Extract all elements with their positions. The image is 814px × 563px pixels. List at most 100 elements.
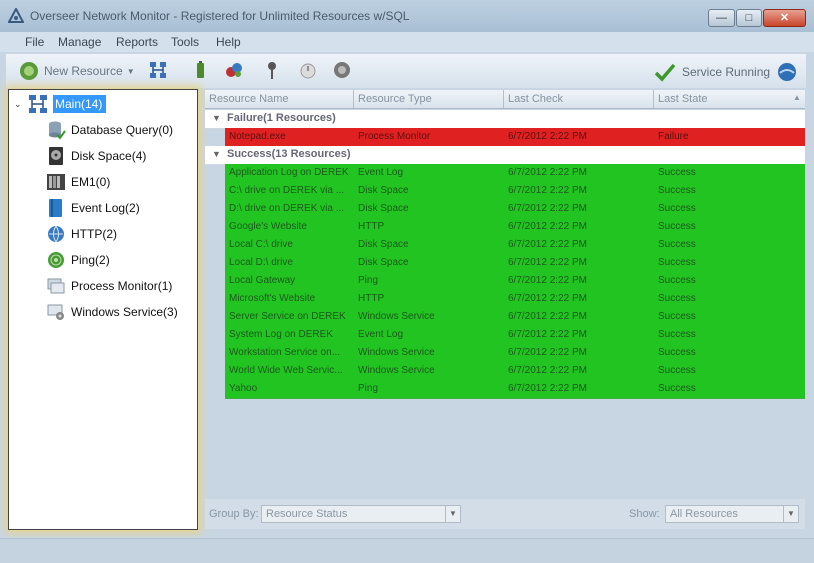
table-row[interactable]: Local Gateway Ping 6/7/2012 2:22 PM Success (225, 272, 805, 291)
menu-file[interactable]: File (25, 35, 44, 49)
cell-last-check: 6/7/2012 2:22 PM (508, 293, 587, 304)
alerts-icon[interactable] (224, 60, 244, 80)
cell-last-state: Success (658, 329, 696, 340)
cell-last-state: Success (658, 257, 696, 268)
cell-last-state: Success (658, 365, 696, 376)
tree-item-database-query[interactable]: Database Query(0) (46, 119, 173, 141)
cell-resource-name: Workstation Service on... (229, 347, 340, 358)
menu-help[interactable]: Help (216, 35, 241, 49)
column-header-last-state[interactable]: Last State (658, 93, 708, 105)
table-row[interactable]: Yahoo Ping 6/7/2012 2:22 PM Success (225, 380, 805, 399)
cell-last-check: 6/7/2012 2:22 PM (508, 221, 587, 232)
tree-item-event-log[interactable]: Event Log(2) (46, 197, 140, 219)
column-separator[interactable] (353, 90, 354, 108)
show-select[interactable]: All Resources ▼ (665, 505, 799, 523)
tree-item-label: Windows Service(3) (71, 305, 178, 319)
settings-gear-icon[interactable] (332, 60, 352, 80)
help-globe-icon[interactable] (776, 61, 798, 83)
menu-manage[interactable]: Manage (58, 35, 101, 49)
table-row[interactable]: Microsoft's Website HTTP 6/7/2012 2:22 PM S… (225, 290, 805, 309)
tree-item-label: Process Monitor(1) (71, 279, 173, 293)
menu-reports[interactable]: Reports (116, 35, 158, 49)
cell-resource-name: System Log on DEREK (229, 329, 333, 340)
table-row[interactable]: System Log on DEREK Event Log 6/7/2012 2:2… (225, 326, 805, 345)
column-header-resource-type[interactable]: Resource Type (358, 93, 432, 105)
tree-item-label: HTTP(2) (71, 227, 117, 241)
tree-item-disk-space[interactable]: Disk Space(4) (46, 145, 146, 167)
table-row[interactable]: Workstation Service on... Windows Service… (225, 344, 805, 363)
network-tree-icon[interactable] (148, 60, 168, 80)
process-monitor-icon (47, 278, 65, 294)
windows-service-icon (47, 304, 64, 320)
menu-tools[interactable]: Tools (171, 35, 199, 49)
http-globe-icon (48, 225, 64, 243)
cell-last-state: Success (658, 383, 696, 394)
close-button[interactable]: ✕ (763, 9, 806, 27)
table-row[interactable]: Local C:\ drive Disk Space 6/7/2012 2:22 P… (225, 236, 805, 255)
group-row-success[interactable]: ▼ Success(13 Resources) (205, 146, 805, 165)
table-row[interactable]: Google's Website HTTP 6/7/2012 2:22 PM Succ… (225, 218, 805, 237)
cell-last-state: Success (658, 311, 696, 322)
cell-resource-type: Event Log (358, 167, 404, 178)
battery-icon[interactable] (190, 60, 210, 80)
column-header-last-check[interactable]: Last Check (508, 93, 563, 105)
tree-item-label: EM1(0) (71, 175, 111, 189)
title-bar[interactable]: Overseer Network Monitor - Registered fo… (0, 0, 814, 32)
cell-resource-type: Process Monitor (358, 131, 431, 142)
table-row[interactable]: World Wide Web Servic... Windows Service 6… (225, 362, 805, 381)
maximize-button[interactable]: □ (736, 9, 762, 27)
cell-last-state: Success (658, 347, 696, 358)
tree-item-ping[interactable]: Ping(2) (46, 249, 110, 271)
cell-resource-name: Application Log on DEREK (229, 167, 349, 178)
cell-last-state: Success (658, 203, 696, 214)
tree-item-em1[interactable]: EM1(0) (46, 171, 110, 193)
resource-tree: ⌄ Main(14) Database Query(0) Disk Space(4… (8, 89, 198, 530)
cell-resource-name: D:\ drive on DEREK via ... (229, 203, 345, 214)
cell-resource-name: World Wide Web Servic... (229, 365, 343, 376)
tree-item-process-monitor[interactable]: Process Monitor(1) (46, 275, 172, 297)
grid-options-bar: Group By: Resource Status ▼ Show: All Re… (205, 499, 805, 529)
tree-item-label: Disk Space(4) (71, 149, 147, 163)
tree-item-http[interactable]: HTTP(2) (46, 223, 117, 245)
cell-resource-type: Windows Service (358, 347, 435, 358)
cell-resource-type: HTTP (358, 293, 385, 304)
grid-header: Resource Name Resource Type Last Check Last… (205, 90, 805, 109)
group-row-failure[interactable]: ▼ Failure(1 Resources) (205, 110, 805, 129)
new-resource-button[interactable]: New Resource ▼ (18, 59, 135, 83)
tree-root-main[interactable]: ⌄ Main(14) (14, 93, 196, 115)
show-label: Show: (629, 508, 660, 520)
tree-expander-icon[interactable]: ⌄ (14, 99, 24, 110)
menu-bar: File Manage Reports Tools Help (0, 32, 814, 52)
event-log-icon (49, 199, 62, 217)
column-separator[interactable] (653, 90, 654, 108)
cell-resource-type: Event Log (358, 329, 404, 340)
tree-item-windows-service[interactable]: Windows Service(3) (46, 301, 178, 323)
cell-resource-name: Google's Website (229, 221, 307, 232)
cell-resource-type: Ping (358, 383, 379, 394)
key-icon[interactable] (262, 60, 282, 80)
group-label: Success(13 Resources) (227, 148, 351, 160)
cell-last-check: 6/7/2012 2:22 PM (508, 347, 587, 358)
cell-resource-name: Yahoo (229, 383, 258, 394)
minimize-button[interactable]: — (708, 9, 735, 27)
cell-last-state: Failure (658, 131, 689, 142)
group-by-select[interactable]: Resource Status ▼ (261, 505, 461, 523)
timer-icon[interactable] (298, 60, 318, 80)
table-row[interactable]: Application Log on DEREK Event Log 6/7/201… (225, 164, 805, 183)
table-row[interactable]: Server Service on DEREK Windows Service 6/… (225, 308, 805, 327)
app-logo-icon (8, 8, 24, 23)
table-row[interactable]: D:\ drive on DEREK via ... Disk Space 6/7/… (225, 200, 805, 219)
chevron-down-icon[interactable]: ▼ (212, 149, 221, 159)
cell-last-state: Success (658, 221, 696, 232)
cell-last-check: 6/7/2012 2:22 PM (508, 185, 587, 196)
cell-last-state: Success (658, 185, 696, 196)
column-separator[interactable] (503, 90, 504, 108)
table-row[interactable]: C:\ drive on DEREK via ... Disk Space 6/7/… (225, 182, 805, 201)
cell-resource-name: Notepad.exe (229, 131, 286, 142)
network-root-icon (29, 95, 47, 113)
chevron-down-icon[interactable]: ▼ (212, 113, 221, 123)
table-row[interactable]: Notepad.exe Process Monitor 6/7/2012 2:22 … (225, 128, 805, 147)
table-row[interactable]: Local D:\ drive Disk Space 6/7/2012 2:22 P… (225, 254, 805, 273)
cell-last-check: 6/7/2012 2:22 PM (508, 203, 587, 214)
column-header-resource-name[interactable]: Resource Name (209, 93, 288, 105)
